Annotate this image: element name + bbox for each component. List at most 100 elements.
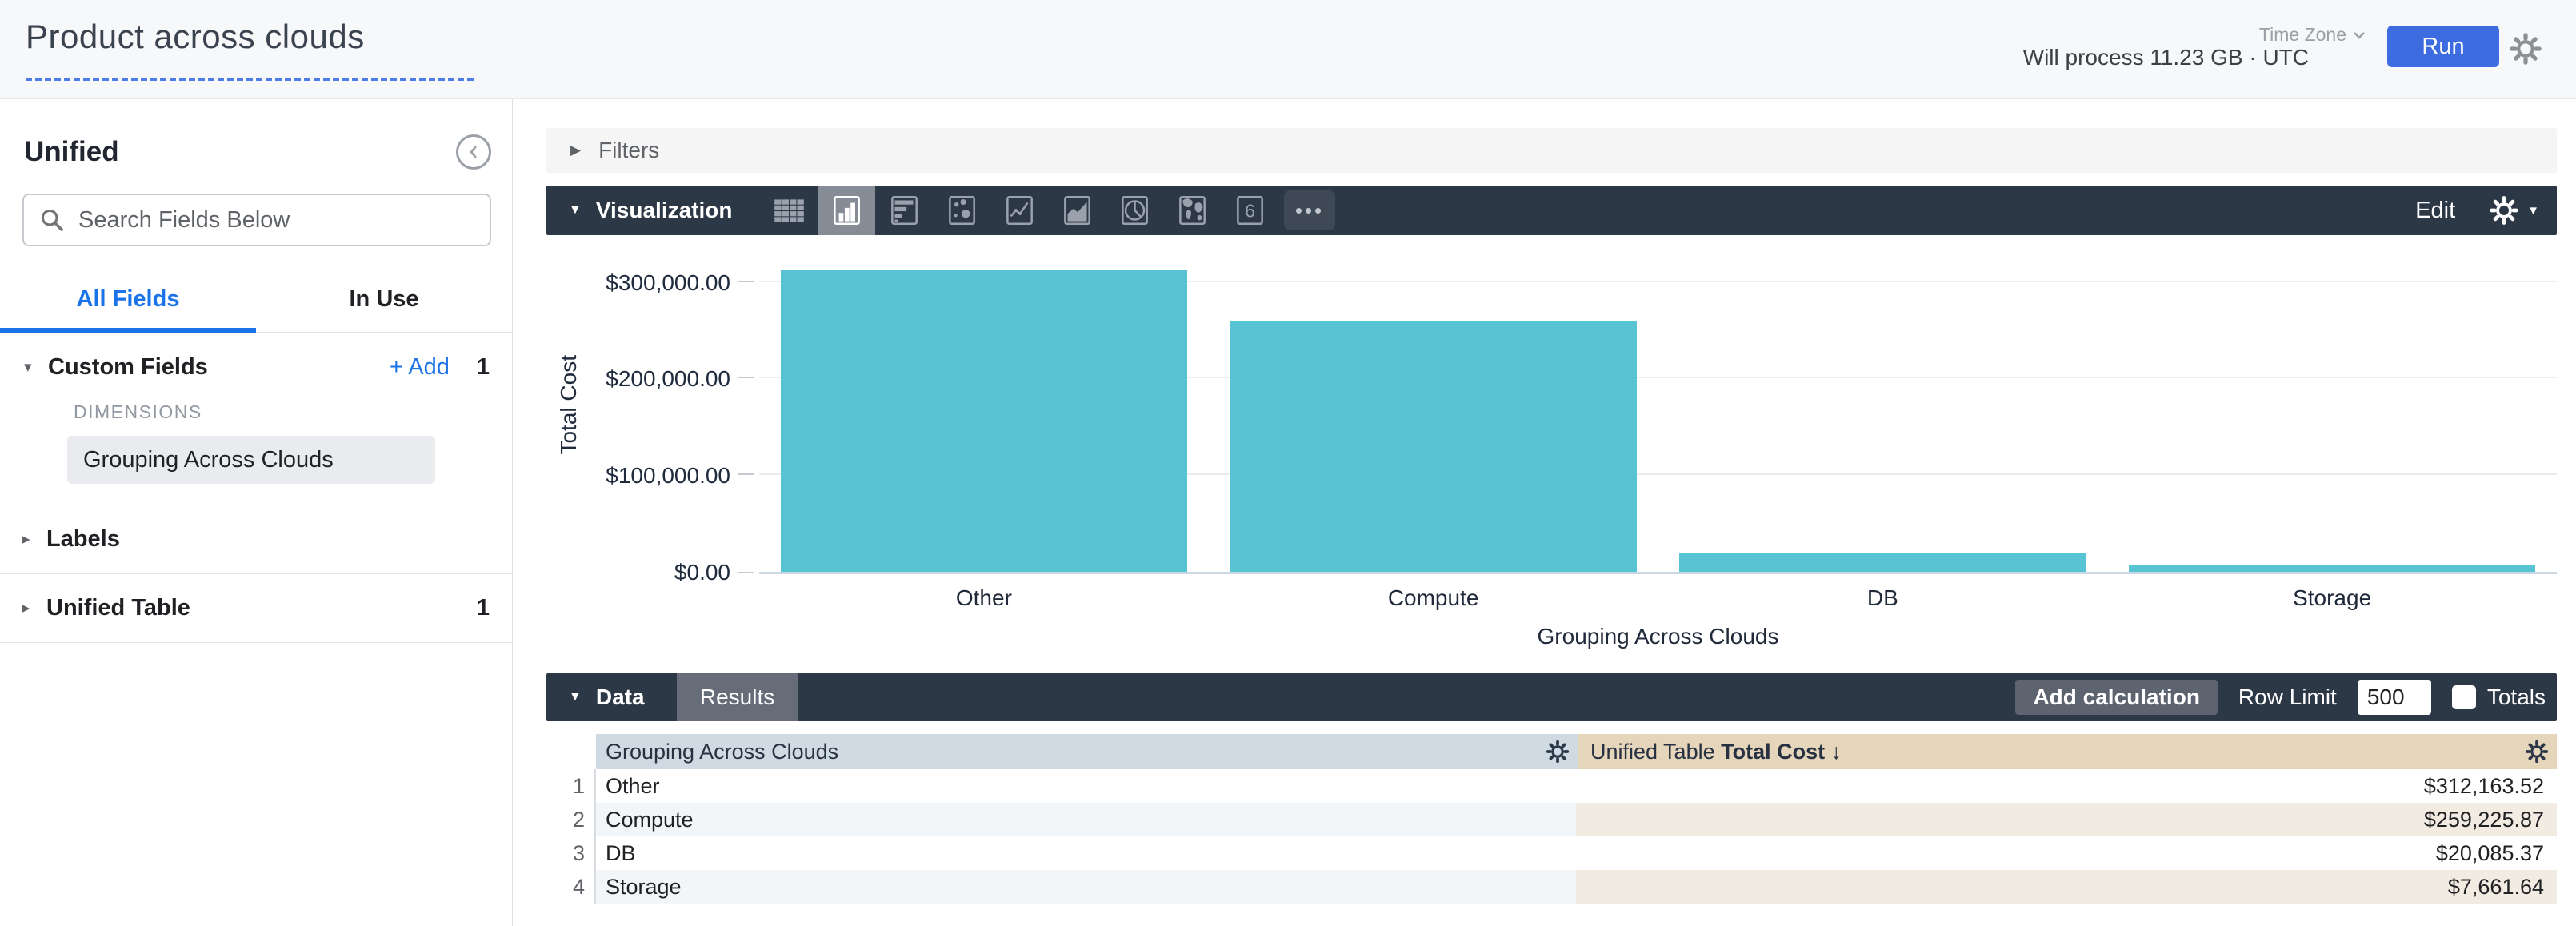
results-table: Grouping Across Clouds Unified Table Tot… — [546, 734, 2557, 904]
column-gear-icon[interactable] — [1546, 740, 1570, 764]
run-button[interactable]: Run — [2387, 26, 2499, 67]
settings-gear-icon[interactable] — [2509, 32, 2542, 66]
measure-cell[interactable]: $7,661.64 — [1576, 870, 2557, 904]
bar-storage[interactable] — [2129, 565, 2535, 572]
chart-type-toolbar: 6 ••• — [760, 186, 1341, 235]
pie-chart-icon[interactable] — [1106, 186, 1163, 235]
y-tick-label: $300,000.00 — [606, 270, 730, 296]
caret-right-icon[interactable]: ▸ — [22, 530, 46, 549]
dimension-cell[interactable]: Storage — [596, 870, 1576, 904]
bar-other[interactable] — [781, 270, 1187, 572]
add-custom-field-button[interactable]: + Add — [390, 354, 450, 381]
triangle-down-icon: ▼ — [569, 690, 582, 704]
dimension-cell[interactable]: Compute — [596, 803, 1576, 836]
x-tick-label: Storage — [2107, 585, 2557, 611]
column-chart-icon[interactable] — [818, 186, 875, 235]
explore-view-title: Unified — [24, 136, 119, 168]
plot-area — [759, 235, 2557, 574]
content: Unified All Fields In Use ▾ Custom Field… — [0, 99, 2576, 926]
filters-bar[interactable]: ▶ Filters — [546, 128, 2557, 173]
more-options-icon[interactable]: ••• — [1278, 186, 1341, 235]
row-number: 2 — [546, 803, 596, 836]
unified-table-count: 1 — [477, 595, 490, 621]
sort-desc-icon[interactable]: ↓ — [1831, 740, 1842, 764]
custom-fields-label: Custom Fields — [48, 354, 208, 381]
row-number: 1 — [546, 769, 596, 803]
dimensions-group-label: DIMENSIONS — [0, 387, 512, 423]
triangle-right-icon: ▶ — [570, 142, 581, 158]
visualization-settings-button[interactable]: ▼ — [2489, 195, 2539, 226]
x-axis-title: Grouping Across Clouds — [759, 624, 2557, 649]
triangle-down-icon: ▼ — [2527, 204, 2539, 218]
data-label: Data — [596, 685, 645, 710]
bar-compute[interactable] — [1230, 321, 1636, 572]
labels-section-label: Labels — [46, 526, 120, 553]
field-tabs: All Fields In Use — [0, 286, 512, 333]
page-title[interactable]: Product across clouds — [26, 18, 365, 56]
tab-in-use[interactable]: In Use — [256, 286, 512, 332]
y-tick-label: $200,000.00 — [606, 366, 730, 392]
add-calculation-button[interactable]: Add calculation — [2015, 680, 2217, 715]
x-axis-tick-labels: OtherComputeDBStorage — [759, 585, 2557, 611]
section-labels[interactable]: ▸ Labels — [0, 505, 512, 573]
bar-slot — [1658, 235, 2108, 572]
table-row: 4Storage$7,661.64 — [546, 870, 2557, 904]
area-chart-icon[interactable] — [1048, 186, 1106, 235]
scatter-plot-icon[interactable] — [933, 186, 990, 235]
dimension-column-header[interactable]: Grouping Across Clouds — [596, 734, 1578, 769]
title-underline — [26, 78, 474, 81]
totals-checkbox[interactable] — [2452, 685, 2476, 709]
custom-fields-count: 1 — [477, 354, 490, 381]
sidebar-collapse-button[interactable] — [456, 134, 491, 170]
row-number-header — [546, 734, 596, 769]
table-row: 2Compute$259,225.87 — [546, 803, 2557, 836]
field-search-box[interactable] — [22, 194, 491, 246]
x-tick-label: Compute — [1209, 585, 1658, 611]
process-estimate: Will process 11.23 GB · UTC — [2023, 45, 2309, 70]
timezone-dropdown[interactable]: Time Zone — [2259, 24, 2366, 46]
table-header-row: Grouping Across Clouds Unified Table Tot… — [546, 734, 2557, 769]
line-chart-icon[interactable] — [990, 186, 1048, 235]
map-icon[interactable] — [1163, 186, 1221, 235]
section-unified-table[interactable]: ▸ Unified Table 1 — [0, 574, 512, 642]
tab-all-fields[interactable]: All Fields — [0, 286, 256, 332]
active-tab-underline — [0, 328, 256, 333]
field-grouping-across-clouds[interactable]: Grouping Across Clouds — [67, 436, 435, 484]
x-tick-label: DB — [1658, 585, 2108, 611]
y-axis-tick-labels: $0.00$100,000.00$200,000.00$300,000.00 — [591, 235, 759, 574]
field-picker-sidebar: Unified All Fields In Use ▾ Custom Field… — [0, 99, 513, 926]
dimension-cell[interactable]: Other — [596, 769, 1576, 803]
gear-icon — [2489, 195, 2519, 226]
measure-cell[interactable]: $259,225.87 — [1576, 803, 2557, 836]
column-gear-icon[interactable] — [2525, 740, 2549, 764]
filters-label: Filters — [598, 138, 659, 163]
visualization-bar-title[interactable]: ▼ Visualization — [546, 198, 732, 223]
measure-column-header[interactable]: Unified Table Total Cost ↓ — [1578, 734, 2557, 769]
measure-field-label: Total Cost — [1721, 740, 1825, 764]
bar-chart-icon[interactable] — [875, 186, 933, 235]
section-custom-fields[interactable]: ▾ Custom Fields + Add 1 — [0, 333, 512, 387]
svg-text:6: 6 — [1245, 200, 1255, 221]
single-value-icon[interactable]: 6 — [1221, 186, 1278, 235]
bars — [759, 235, 2557, 572]
visualization-label: Visualization — [596, 198, 733, 223]
search-fields-input[interactable] — [78, 207, 475, 233]
divider — [0, 642, 512, 643]
caret-right-icon[interactable]: ▸ — [22, 599, 46, 617]
x-tick-label: Other — [759, 585, 1209, 611]
table-row: 1Other$312,163.52 — [546, 769, 2557, 803]
measure-cell[interactable]: $312,163.52 — [1576, 769, 2557, 803]
data-bar-title[interactable]: ▼ Data — [546, 685, 645, 710]
totals-label: Totals — [2487, 685, 2546, 710]
edit-button[interactable]: Edit — [2415, 198, 2455, 224]
bar-slot — [2107, 235, 2557, 572]
caret-down-icon[interactable]: ▾ — [24, 358, 48, 377]
y-tick-mark — [738, 377, 754, 378]
row-limit-input[interactable] — [2358, 680, 2431, 715]
table-icon[interactable] — [760, 186, 818, 235]
dimension-cell[interactable]: DB — [596, 836, 1576, 870]
results-tab[interactable]: Results — [677, 673, 798, 721]
y-axis-title: Total Cost — [546, 235, 591, 574]
bar-db[interactable] — [1679, 553, 2086, 572]
measure-cell[interactable]: $20,085.37 — [1576, 836, 2557, 870]
